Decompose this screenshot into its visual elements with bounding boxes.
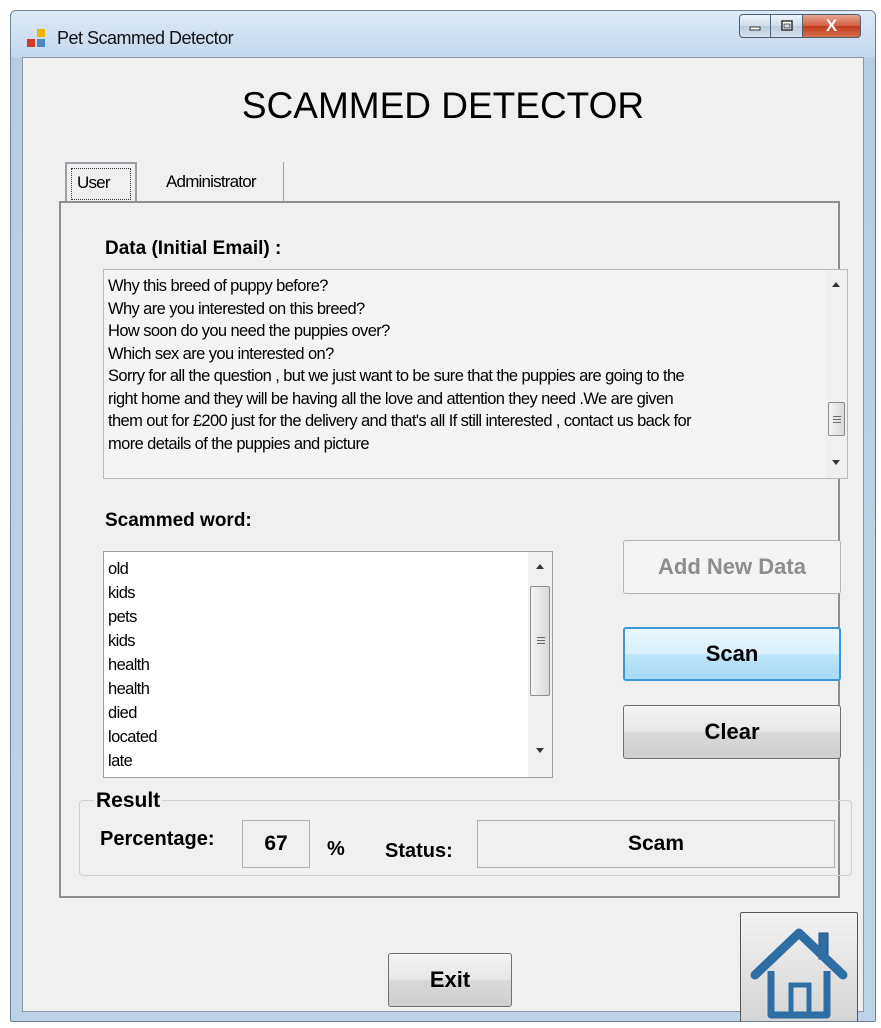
window-title: Pet Scammed Detector: [57, 28, 234, 48]
list-item[interactable]: kids: [108, 629, 157, 653]
scammed-word-listbox[interactable]: old kids pets kids health health died lo…: [103, 551, 553, 778]
home-icon: [750, 928, 848, 1019]
scan-button[interactable]: Scan: [623, 627, 841, 681]
scroll-down-icon[interactable]: [832, 460, 840, 465]
maximize-button[interactable]: [771, 14, 803, 38]
scammed-word-list: old kids pets kids health health died lo…: [108, 557, 158, 773]
status-label: Status:: [385, 840, 453, 862]
list-item[interactable]: late: [108, 749, 157, 773]
tab-focus-rect: [71, 168, 131, 200]
scammed-word-label: Scammed word:: [105, 510, 252, 531]
email-text: Why this breed of puppy before? Why are …: [108, 275, 808, 455]
words-scrollbar[interactable]: [528, 552, 552, 777]
page-title: SCAMMED DETECTOR: [241, 85, 645, 126]
result-legend: Result: [94, 789, 163, 813]
tab-administrator[interactable]: Administrator: [144, 162, 284, 202]
clear-button[interactable]: Clear: [623, 705, 841, 759]
minimize-button[interactable]: [739, 14, 771, 38]
caption-buttons: X: [739, 14, 861, 40]
list-item[interactable]: located: [108, 725, 158, 749]
email-line: Why this breed of puppy before?: [108, 277, 328, 295]
exit-button[interactable]: Exit: [388, 953, 512, 1007]
maximize-icon: [780, 20, 793, 31]
percent-sign: %: [327, 838, 345, 860]
email-line: right home and they will be having all t…: [108, 389, 674, 408]
add-new-data-button[interactable]: Add New Data: [623, 540, 841, 594]
title-bar[interactable]: Pet Scammed Detector X: [11, 11, 875, 57]
scroll-down-icon[interactable]: [536, 748, 544, 753]
email-line: more details of the puppies and picture: [108, 434, 370, 453]
email-line: them out for £200 just for the delivery …: [108, 412, 692, 430]
email-line: Which sex are you interested on?: [108, 344, 334, 363]
result-group: Result Percentage: 67 % Status: Scam: [79, 789, 852, 876]
list-item[interactable]: health: [108, 677, 157, 701]
email-scrollbar[interactable]: [826, 270, 847, 478]
list-item[interactable]: health: [108, 653, 157, 677]
list-item[interactable]: old: [108, 557, 157, 581]
client-area: SCAMMED DETECTOR User Administrator Data…: [22, 57, 864, 1021]
email-line: How soon do you need the puppies over?: [108, 322, 390, 340]
email-label: Data (Initial Email) :: [105, 238, 282, 259]
tab-administrator-label: Administrator: [166, 172, 257, 191]
close-icon: X: [825, 16, 838, 35]
email-line: Sorry for all the question , but we just…: [108, 367, 685, 385]
list-item[interactable]: pets: [108, 605, 157, 629]
email-scroll-thumb[interactable]: [828, 402, 845, 436]
app-icon: [27, 29, 47, 49]
email-line: Why are you interested on this breed?: [108, 299, 365, 318]
list-item[interactable]: kids: [108, 581, 157, 605]
home-button[interactable]: [740, 912, 858, 1021]
tab-user[interactable]: User: [65, 162, 137, 202]
app-window: Pet Scammed Detector X SCAMMED DETECTOR …: [10, 10, 876, 1022]
user-tab-panel: Data (Initial Email) : Why this breed of…: [59, 201, 852, 898]
status-value: Scam: [477, 820, 835, 868]
percentage-label: Percentage:: [100, 828, 215, 850]
list-item[interactable]: died: [108, 701, 157, 725]
scroll-up-icon[interactable]: [832, 282, 840, 287]
close-button[interactable]: X: [803, 14, 861, 38]
scroll-up-icon[interactable]: [536, 564, 544, 569]
minimize-icon: [749, 26, 761, 31]
email-textbox[interactable]: Why this breed of puppy before? Why are …: [103, 269, 848, 479]
words-scroll-thumb[interactable]: [530, 586, 550, 696]
percentage-value: 67: [242, 820, 310, 868]
